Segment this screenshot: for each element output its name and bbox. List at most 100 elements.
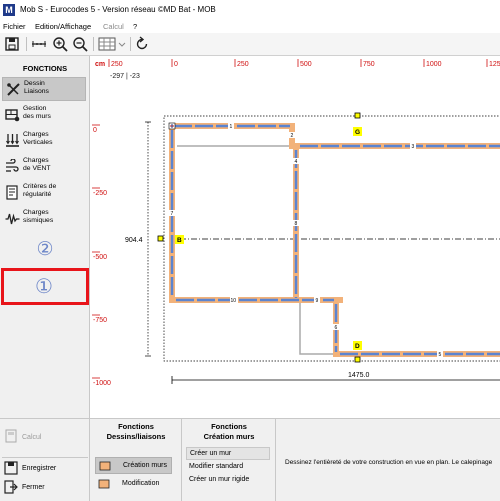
enregistrer-label: Enregistrer [22,465,57,472]
ruler-tick-label: 500 [300,61,312,68]
sidebar-item-charges-vent[interactable]: Charges de VENT [2,155,86,179]
dessins-liaisons-panel: Fonctions Dessins/liaisons Création murs… [90,419,182,501]
wall-label: 5 [439,352,442,358]
zoom-out-icon[interactable] [72,36,88,52]
sidebar-item-charges-verticales[interactable]: Charges Verticales [2,129,86,153]
drawing-canvas[interactable]: cm 250 0 250 500 750 1000 125 -297 | -23… [90,56,500,418]
sidebar-item-charges-sismiques[interactable]: Charges sismiques [2,207,86,231]
cursor-coordinates: -297 | -23 [110,73,140,80]
walls-inner [170,124,500,356]
creation-murs-panel: Fonctions Création murs Créer un mur Mod… [182,419,276,501]
exit-icon [4,480,18,494]
toolbar-separator [26,37,27,51]
zoom-in-icon[interactable] [52,36,68,52]
grip-point[interactable] [354,356,361,363]
ruler-tick-label: 250 [111,61,123,68]
wall-edit-icon [98,479,110,489]
panel-title: Fonctions Dessins/liaisons [106,422,166,441]
fermer-button[interactable]: Fermer [4,480,86,496]
wall-label: 3 [412,144,415,150]
sidebar-item-gestion-murs[interactable]: Gestion des murs [2,103,86,127]
dimension-value-horizontal: 1475.0 [348,372,370,379]
fermer-label: Fermer [22,484,45,491]
wind-load-icon [5,158,20,174]
ruler-tick-label: 1000 [426,61,442,68]
modification-button[interactable]: Modification [95,476,172,492]
sidebar-item-criteres-regularite[interactable]: Critères de régularité [2,181,86,205]
ruler-tick-label: 0 [174,61,178,68]
creer-mur-button[interactable]: Créer un mur [186,447,270,460]
modifier-standard-button[interactable]: Modifier standard [186,461,270,474]
dimension-icon[interactable] [31,36,47,52]
sidebar-item-dessin-liaisons[interactable]: Dessin Liaisons [2,77,86,101]
save-icon [4,461,18,475]
calculator-icon [5,429,17,443]
modification-label: Modification [122,480,160,487]
seismic-icon [5,211,20,226]
enregistrer-button[interactable]: Enregistrer [4,461,86,477]
grip-point[interactable] [354,112,361,119]
left-ruler-ticks [92,124,100,379]
wall-create-icon [99,461,111,471]
toolbar-separator [130,37,131,51]
wall-label: 7 [171,211,174,217]
creation-murs-button[interactable]: Création murs [95,457,172,474]
dimension-value-vertical: 904.4 [125,237,143,244]
panel-title: Fonctions Création murs [203,422,255,441]
sidebar-item-label: Gestion des murs [23,105,51,120]
grid-icon[interactable] [98,36,116,52]
main-actions-panel: Calcul Enregistrer Fermer [0,419,90,501]
calcul-button[interactable]: Calcul [4,429,86,445]
sidebar-title: FONCTIONS [22,64,68,73]
refresh-icon[interactable] [134,36,150,52]
calcul-label: Calcul [22,434,42,441]
left-ruler: 0 -250 -500 -750 -1000 [93,127,111,387]
point-label-g: G [355,129,360,136]
menu-edition-affichage[interactable]: Edition/Affichage [35,22,91,31]
menu-calcul[interactable]: Calcul [103,22,124,31]
regularity-icon [5,185,20,200]
sidebar-item-label: Charges de VENT [23,157,51,172]
interior-lines [177,127,340,355]
wall-label: 8 [295,221,298,227]
save-icon[interactable] [4,36,20,52]
horizontal-dimension: 1475.0 [171,372,500,384]
wall-label: 4 [295,159,298,165]
help-text: Dessinez l'entièreté de votre constructi… [285,459,493,466]
vertical-dimension: 904.4 [125,121,151,357]
point-label-d: D [355,343,360,350]
plan-drawing[interactable]: cm 250 0 250 500 750 1000 125 -297 | -23… [90,56,500,418]
wall-labels: 1 2 3 4 5 6 7 8 9 10 [169,123,443,358]
ruler-unit: cm [95,61,105,68]
sidebar-item-label: Charges sismiques [23,209,54,224]
wall-label: 9 [316,298,319,304]
window-title: Mob S - Eurocodes 5 - Version réseau ©MD… [20,5,216,14]
grip-points[interactable] [157,112,361,363]
ruler-tick-label: 0 [93,127,97,134]
menu-bar: Fichier Edition/Affichage Calcul ? [0,20,500,33]
top-ruler: 250 0 250 500 750 1000 125 [111,61,500,68]
creer-mur-rigide-button[interactable]: Créer un mur rigide [186,474,270,487]
ruler-tick-label: -250 [93,190,107,197]
app-logo-icon: M [3,4,15,16]
toolbar [0,33,500,56]
creation-murs-label: Création murs [123,462,167,469]
menu-fichier[interactable]: Fichier [3,22,26,31]
sidebar-item-label: Dessin Liaisons [24,80,49,95]
vertical-load-icon [5,133,20,148]
toolbar-separator [93,37,94,51]
wall-manage-icon [5,107,20,122]
grip-point[interactable] [157,235,164,242]
wall-label: 10 [231,298,237,304]
menu-help[interactable]: ? [133,22,137,31]
title-bar: M Mob S - Eurocodes 5 - Version réseau ©… [0,0,500,20]
ruler-tick-label: -500 [93,254,107,261]
origin-marker[interactable] [168,122,176,130]
dropdown-arrow-icon[interactable] [117,36,127,52]
ruler-tick-label: 250 [237,61,249,68]
functions-sidebar: FONCTIONS Dessin Liaisons Gestion des mu… [0,56,90,418]
divider [2,457,88,458]
ruler-tick-label: -750 [93,317,107,324]
ruler-tick-label: 750 [363,61,375,68]
sidebar-item-label: Critères de régularité [23,183,57,198]
